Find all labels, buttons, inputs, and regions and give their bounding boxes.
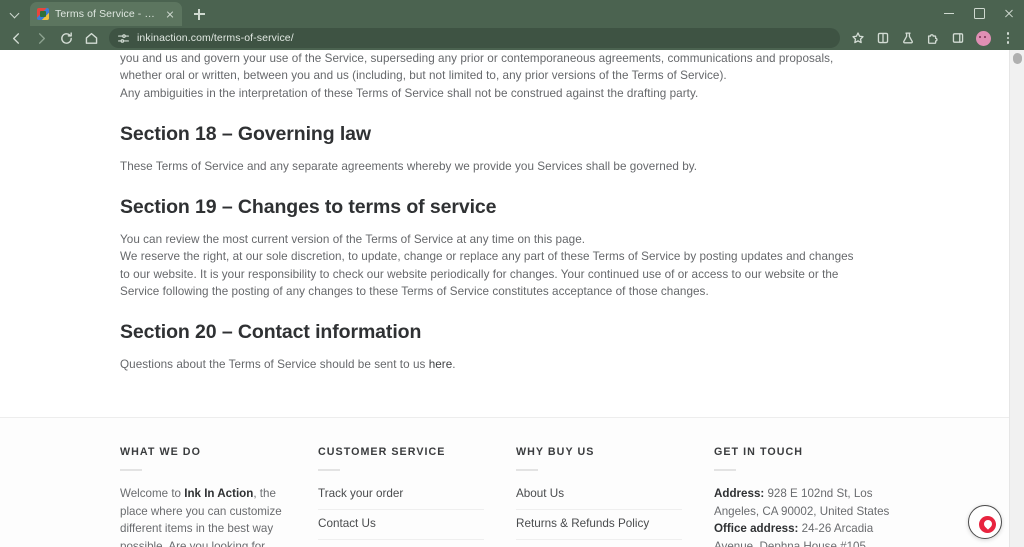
tab-strip: Terms of Service - Ink In Action [0, 0, 1024, 26]
new-tab-button[interactable] [188, 3, 210, 25]
footer-column-what-we-do: WHAT WE DO Welcome to Ink In Action, the… [120, 446, 318, 547]
paragraph-intro-1: you and us and govern your use of the Se… [120, 50, 865, 85]
side-panel-button[interactable] [946, 27, 970, 49]
footer-link-contact-us[interactable]: Contact Us [318, 510, 484, 540]
paragraph-section-18: These Terms of Service and any separate … [120, 158, 865, 175]
tab-search-button[interactable] [2, 2, 28, 24]
reload-button[interactable] [54, 27, 78, 49]
kebab-menu-icon [1007, 32, 1010, 44]
brand-name: Ink In Action [184, 487, 253, 500]
close-icon[interactable] [162, 7, 177, 22]
page-scrollbar[interactable] [1009, 50, 1024, 547]
address-label: Address: [714, 487, 764, 500]
contact-text-suffix: . [452, 358, 455, 371]
contact-text-prefix: Questions about the Terms of Service sho… [120, 358, 429, 371]
footer-heading-rule [516, 469, 538, 471]
footer-column-get-in-touch: GET IN TOUCH Address: 928 E 102nd St, Lo… [714, 446, 944, 547]
footer-link-returns-refunds-policy[interactable]: Returns & Refunds Policy [516, 510, 682, 540]
footer-contact-details: Address: 928 E 102nd St, Los Angeles, CA… [714, 485, 912, 547]
maximize-icon[interactable] [964, 0, 994, 26]
footer-about-text: Welcome to Ink In Action, the place wher… [120, 485, 286, 547]
footer-heading-rule [318, 469, 340, 471]
scrollbar-thumb[interactable] [1013, 53, 1022, 64]
footer-link-shipping-information[interactable]: Shipping Information [516, 540, 682, 547]
footer-link-about-us[interactable]: About Us [516, 485, 682, 510]
about-prefix: Welcome to [120, 487, 184, 500]
heading-section-20: Section 20 – Contact information [120, 320, 865, 344]
footer-link-track-your-order[interactable]: Track your order [318, 485, 484, 510]
tab-terms-of-service[interactable]: Terms of Service - Ink In Action [30, 2, 182, 26]
paragraph-section-19-1: You can review the most current version … [120, 231, 865, 248]
paragraph-section-20: Questions about the Terms of Service sho… [120, 356, 865, 373]
footer-column-customer-service: CUSTOMER SERVICE Track your order Contac… [318, 446, 516, 547]
browser-toolbar: inkinaction.com/terms-of-service/ [0, 26, 1024, 50]
profile-avatar[interactable] [971, 27, 995, 49]
browser-window: Terms of Service - Ink In Action [0, 0, 1024, 547]
office-address-label: Office address: [714, 522, 798, 535]
minimize-icon[interactable] [934, 0, 964, 26]
split-screen-button[interactable] [871, 27, 895, 49]
footer-heading: CUSTOMER SERVICE [318, 446, 484, 458]
chat-bubble-icon [979, 516, 996, 533]
home-button[interactable] [79, 27, 103, 49]
terms-article: you and us and govern your use of the Se… [0, 50, 1009, 374]
about-line2-prefix: Are you looking for [168, 540, 265, 547]
footer-heading-rule [120, 469, 142, 471]
page-content: you and us and govern your use of the Se… [0, 50, 1009, 547]
footer-link-terms-of-service[interactable]: Terms of Service [318, 540, 484, 547]
browser-chrome: Terms of Service - Ink In Action [0, 0, 1024, 50]
labs-flask-button[interactable] [896, 27, 920, 49]
heading-section-19: Section 19 – Changes to terms of service [120, 195, 865, 219]
heading-section-18: Section 18 – Governing law [120, 122, 865, 146]
chat-widget-button[interactable] [968, 505, 1002, 539]
footer-heading: WHY BUY US [516, 446, 682, 458]
paragraph-section-19-2: We reserve the right, at our sole discre… [120, 248, 865, 300]
url-text: inkinaction.com/terms-of-service/ [137, 32, 294, 44]
tab-title: Terms of Service - Ink In Action [55, 8, 156, 20]
footer-heading-rule [714, 469, 736, 471]
address-bar[interactable]: inkinaction.com/terms-of-service/ [109, 28, 840, 48]
contact-here-link[interactable]: here [429, 358, 453, 371]
browser-menu-button[interactable] [996, 27, 1020, 49]
page-viewport: you and us and govern your use of the Se… [0, 50, 1024, 547]
site-footer: WHAT WE DO Welcome to Ink In Action, the… [0, 418, 1009, 547]
tune-icon[interactable] [117, 32, 130, 45]
close-window-icon[interactable] [994, 0, 1024, 26]
footer-heading: WHAT WE DO [120, 446, 286, 458]
forward-button[interactable] [29, 27, 53, 49]
chevron-down-icon [11, 9, 20, 18]
back-button[interactable] [4, 27, 28, 49]
avatar [976, 31, 991, 46]
footer-column-why-buy-us: WHY BUY US About Us Returns & Refunds Po… [516, 446, 714, 547]
site-favicon-icon [37, 8, 49, 20]
toolbar-actions [846, 27, 1020, 49]
footer-columns: WHAT WE DO Welcome to Ink In Action, the… [0, 446, 1009, 547]
extensions-button[interactable] [921, 27, 945, 49]
paragraph-intro-2: Any ambiguities in the interpretation of… [120, 85, 865, 102]
footer-heading: GET IN TOUCH [714, 446, 912, 458]
window-controls [934, 0, 1024, 26]
bookmark-star-button[interactable] [846, 27, 870, 49]
